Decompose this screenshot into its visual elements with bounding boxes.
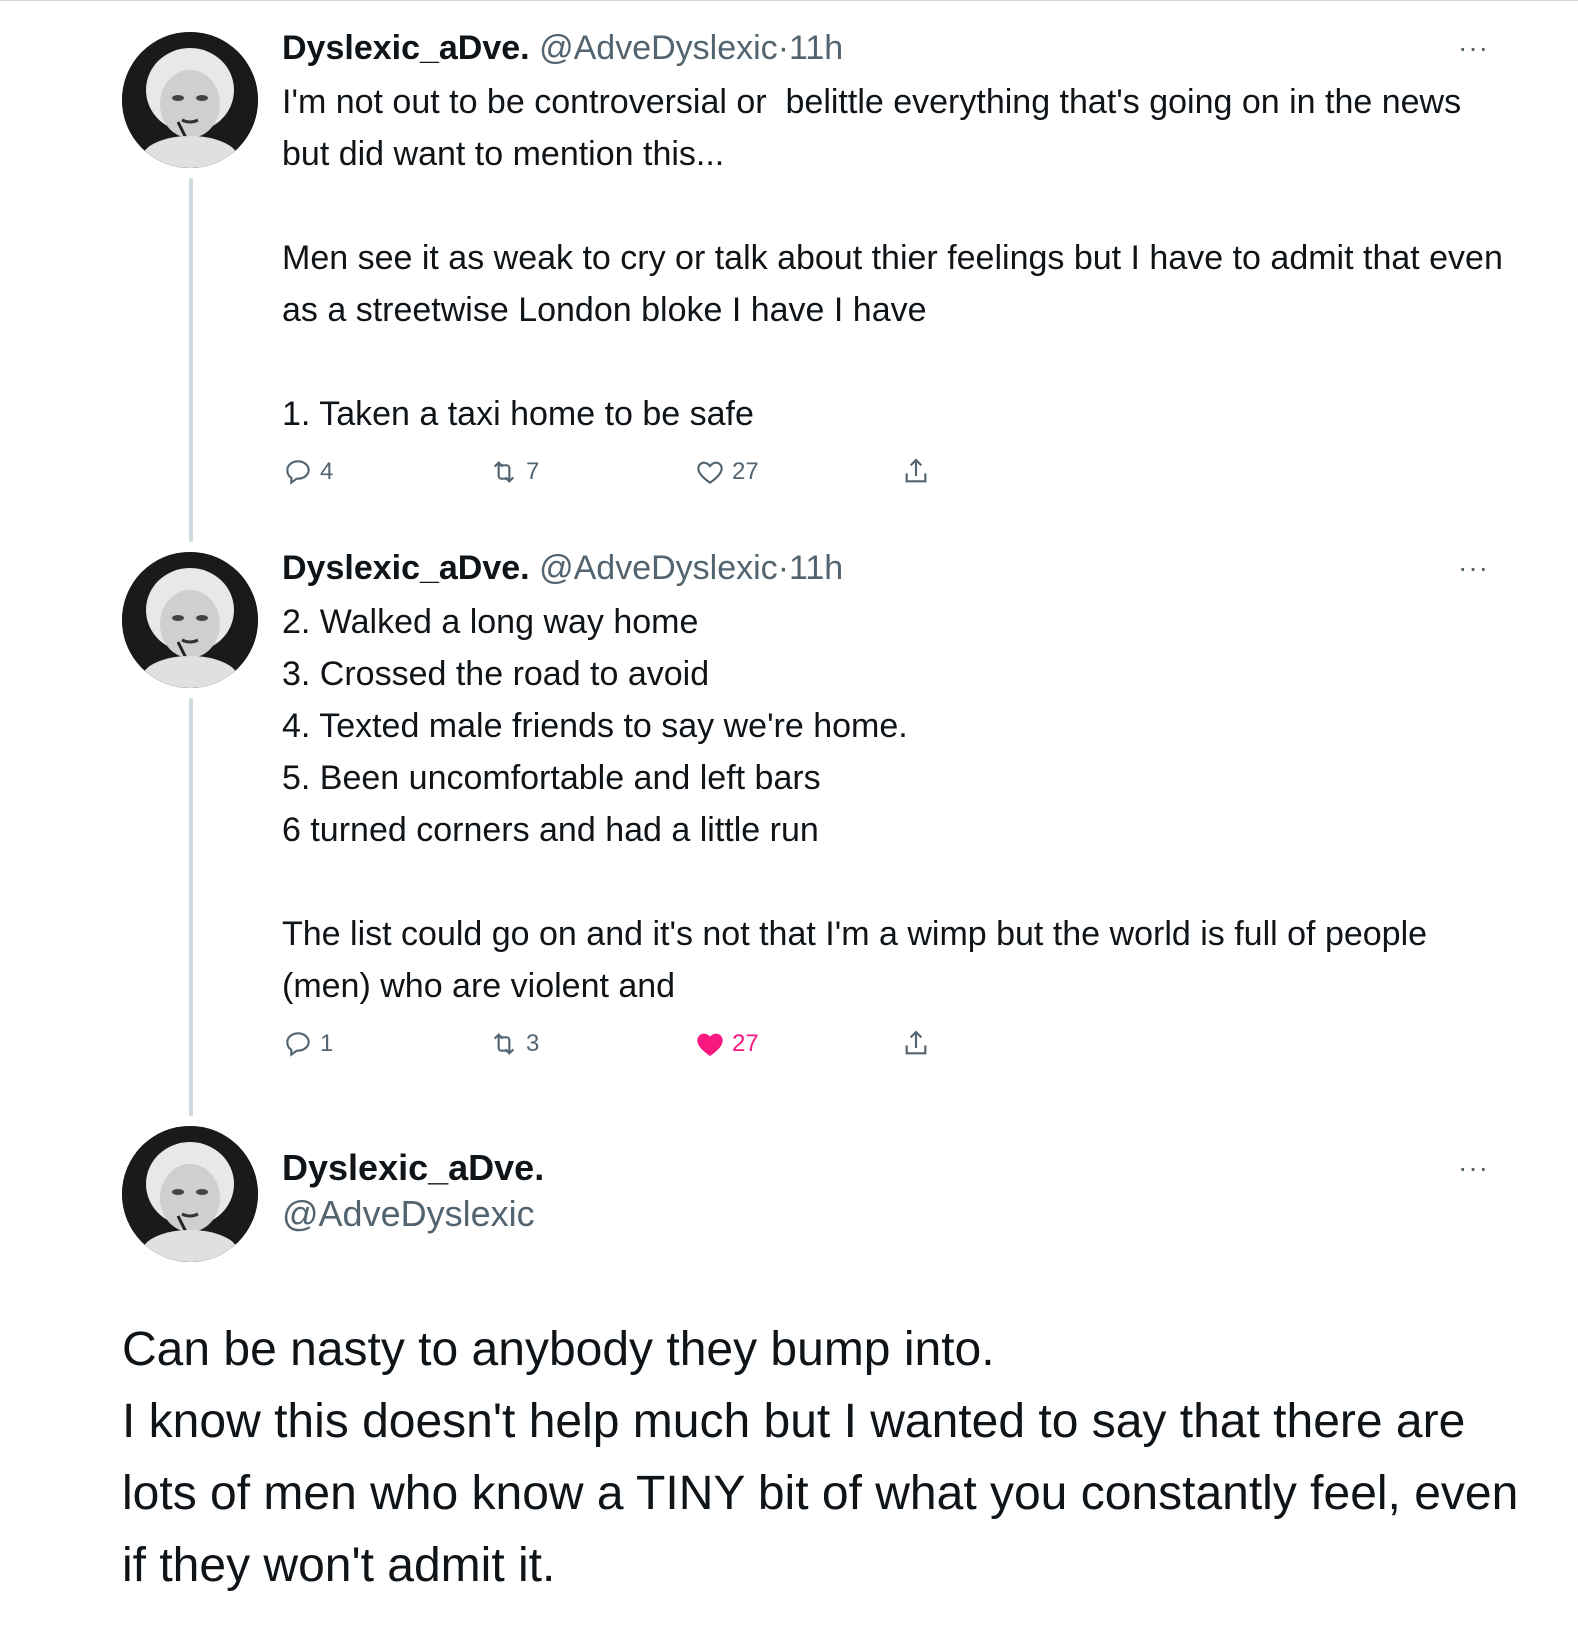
- reply-button[interactable]: 1: [282, 1028, 333, 1060]
- share-icon: [905, 458, 927, 483]
- tweet-actions: 1 3 27: [282, 1028, 982, 1068]
- tweet-actions: 4 7 27: [282, 456, 982, 496]
- retweet-button[interactable]: 3: [488, 1028, 539, 1060]
- thread-connector: [189, 698, 193, 1116]
- thread-connector: [189, 178, 193, 542]
- like-icon: [697, 461, 723, 484]
- tweet-text: 2. Walked a long way home 3. Crossed the…: [282, 603, 1428, 1005]
- retweet-icon: [493, 1033, 515, 1055]
- share-button[interactable]: [900, 456, 932, 488]
- reply-icon: [286, 460, 310, 485]
- avatar[interactable]: [122, 552, 258, 688]
- display-name[interactable]: Dyslexic_aDve.: [282, 29, 530, 67]
- avatar-image: [122, 1126, 258, 1262]
- tweet-time[interactable]: 11h: [789, 29, 843, 67]
- avatar[interactable]: [122, 1126, 258, 1262]
- more-icon[interactable]: ···: [1458, 34, 1489, 62]
- user-handle[interactable]: @AdveDyslexic: [282, 1192, 535, 1236]
- avatar-image: [122, 552, 258, 688]
- tweet-text: Can be nasty to anybody they bump into. …: [122, 1323, 1519, 1592]
- avatar[interactable]: [122, 32, 258, 168]
- tweet-header: Dyslexic_aDve. @AdveDyslexic·11h: [282, 548, 843, 588]
- display-name[interactable]: Dyslexic_aDve.: [282, 549, 530, 587]
- like-icon: [697, 1033, 723, 1056]
- user-handle[interactable]: @AdveDyslexic: [539, 29, 778, 67]
- separator-dot: ·: [777, 29, 790, 67]
- like-count: 27: [732, 1030, 759, 1057]
- retweet-count: 3: [526, 1030, 540, 1057]
- like-button[interactable]: 27: [694, 456, 759, 488]
- retweet-count: 7: [526, 458, 540, 485]
- avatar-image: [122, 32, 258, 168]
- more-icon[interactable]: ···: [1458, 1154, 1489, 1182]
- reply-count: 4: [320, 458, 334, 485]
- tweet-header: Dyslexic_aDve. @AdveDyslexic·11h: [282, 28, 843, 68]
- reply-count: 1: [320, 1030, 334, 1057]
- share-icon: [905, 1030, 927, 1055]
- like-count: 27: [732, 458, 759, 485]
- separator-dot: ·: [777, 549, 790, 587]
- top-divider: [0, 0, 1578, 1]
- reply-icon: [286, 1032, 310, 1057]
- tweet-time[interactable]: 11h: [789, 549, 843, 587]
- user-handle[interactable]: @AdveDyslexic: [539, 549, 778, 587]
- more-icon[interactable]: ···: [1458, 554, 1489, 582]
- like-button[interactable]: 27: [694, 1028, 759, 1060]
- share-button[interactable]: [900, 1028, 932, 1060]
- retweet-icon: [493, 461, 515, 483]
- reply-button[interactable]: 4: [282, 456, 333, 488]
- display-name[interactable]: Dyslexic_aDve.: [282, 1146, 544, 1190]
- retweet-button[interactable]: 7: [488, 456, 539, 488]
- tweet-text: I'm not out to be controversial or belit…: [282, 83, 1503, 433]
